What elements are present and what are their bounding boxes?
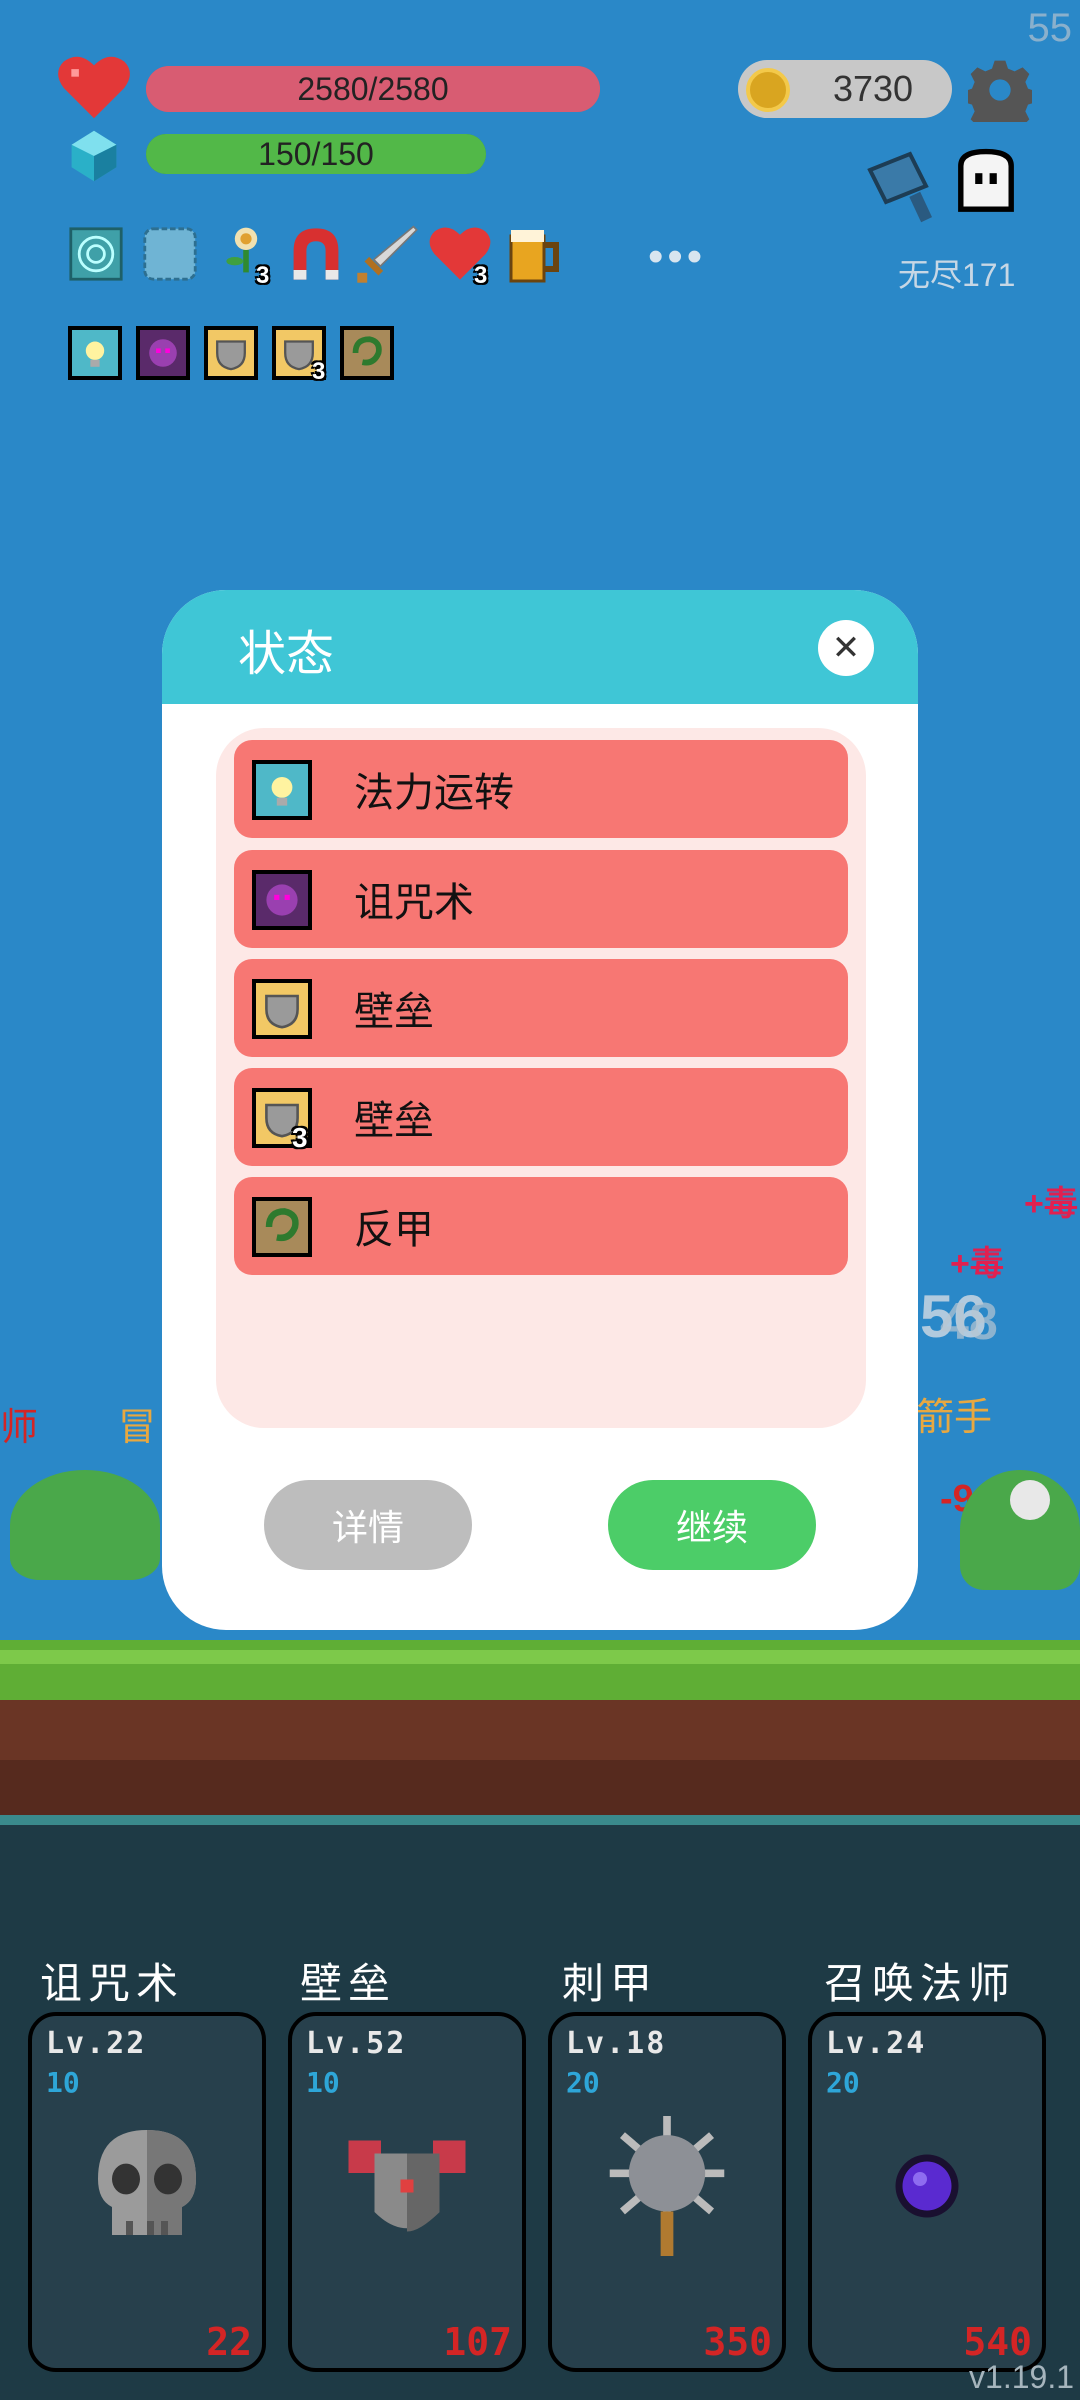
skill-card-thorn[interactable]: Lv.18 20 350 [548, 2012, 786, 2372]
hp-bar: 2580/2580 [146, 66, 600, 112]
card-cost: 10 [306, 2066, 340, 2099]
curse-icon [252, 870, 312, 930]
details-button[interactable]: 详情 [264, 1480, 472, 1570]
poison-text: +毒 [950, 1245, 1004, 1283]
heart-icon [58, 56, 130, 119]
bush-left [10, 1470, 160, 1580]
status-badge: 3 [292, 1122, 308, 1153]
card-price: 350 [703, 2320, 772, 2364]
ground-grass [0, 1640, 1080, 1700]
card-cost: 10 [46, 2066, 80, 2099]
dialog-title: 状态 [238, 628, 335, 681]
empty-slot-icon [143, 227, 197, 281]
status-item[interactable]: 壁垒 [234, 959, 848, 1057]
coin-icon [746, 68, 790, 112]
unit-name-label: 师 [0, 1407, 39, 1449]
spiked-mace-icon [609, 2116, 725, 2256]
thorn-armor-icon [252, 1197, 312, 1257]
card-level: Lv.52 [306, 2026, 407, 2061]
ghost-icon[interactable] [950, 148, 1022, 220]
version-label: v1.19.1 [969, 2359, 1074, 2395]
card-price: 107 [443, 2320, 512, 2364]
magnet-icon [293, 228, 339, 280]
poison-text: +毒 [1024, 1185, 1078, 1223]
endless-level-label: 无尽171 [898, 257, 1016, 293]
bulwark-icon [204, 326, 258, 380]
ground-dirt-dark [0, 1760, 1080, 1820]
status-item[interactable]: 法力运转 [234, 740, 848, 838]
skill-card-bulwark[interactable]: Lv.52 10 107 [288, 2012, 526, 2372]
status-label: 诅咒术 [354, 881, 474, 925]
card-title-summon-mage: 召唤法师 [824, 1960, 1017, 2007]
status-label: 壁垒 [354, 990, 434, 1034]
mana-flow-icon [68, 326, 122, 380]
mp-text: 150/150 [258, 135, 374, 172]
unit-name-label: 箭手 [916, 1397, 993, 1439]
status-item[interactable]: 反甲 [234, 1177, 848, 1275]
status-label: 法力运转 [354, 771, 514, 815]
card-title-thorn: 刺甲 [562, 1960, 659, 2007]
mp-bar: 150/150 [146, 134, 486, 174]
status-dialog: 状态 ✕ 法力运转 诅咒术 壁垒 3 壁垒 反甲 详情 继续 [162, 590, 918, 1630]
card-title-bulwark: 壁垒 [300, 1960, 397, 2007]
close-button[interactable]: ✕ [818, 620, 874, 676]
status-label: 壁垒 [354, 1099, 434, 1143]
coin-value: 3730 [832, 68, 914, 109]
ground-grass-top [0, 1650, 1080, 1664]
bottom-panel-edge [0, 1815, 1080, 1825]
status-item[interactable]: 诅咒术 [234, 850, 848, 948]
heart-badge: 3 [474, 262, 488, 289]
hp-text: 2580/2580 [297, 70, 449, 107]
status-label: 反甲 [354, 1208, 434, 1252]
card-cost: 20 [566, 2066, 600, 2099]
more-icon[interactable]: ••• [648, 232, 706, 282]
card-price: 22 [206, 2320, 252, 2364]
card-cost: 20 [826, 2066, 860, 2099]
bulwark-badge: 3 [312, 358, 326, 385]
skull-icon [98, 2130, 196, 2235]
damage-number: 48 [940, 1293, 998, 1351]
skill-card-summon-mage[interactable]: Lv.24 20 540 [808, 2012, 1046, 2372]
spiral-icon [69, 227, 123, 281]
card-level: Lv.18 [566, 2026, 667, 2061]
status-list: 法力运转 诅咒术 壁垒 3 壁垒 反甲 [216, 728, 866, 1428]
settings-gear-icon[interactable] [968, 58, 1032, 122]
thorn-armor-icon [340, 326, 394, 380]
continue-button[interactable]: 继续 [608, 1480, 816, 1570]
mana-flow-icon [252, 760, 312, 820]
curse-icon [136, 326, 190, 380]
sword-icon [357, 225, 418, 283]
card-level: Lv.24 [826, 2026, 927, 2061]
card-title-curse: 诅咒术 [40, 1960, 185, 2007]
cleaver-icon[interactable] [862, 146, 942, 226]
card-price: 540 [963, 2320, 1032, 2364]
mana-gem-icon [71, 130, 117, 182]
unit-name-label: 冒 [118, 1407, 157, 1449]
skill-card-curse[interactable]: Lv.22 10 22 [28, 2012, 266, 2372]
beer-mug-icon [509, 230, 559, 283]
armor-icon [348, 2140, 466, 2232]
fps-counter: 55 [1027, 6, 1073, 50]
purple-orb-icon [895, 2154, 959, 2218]
bulwark-icon [252, 979, 312, 1039]
card-level: Lv.22 [46, 2026, 147, 2061]
skull-marker-icon [1010, 1480, 1050, 1520]
status-item[interactable]: 3 壁垒 [234, 1068, 848, 1166]
flower-badge: 3 [256, 262, 270, 289]
